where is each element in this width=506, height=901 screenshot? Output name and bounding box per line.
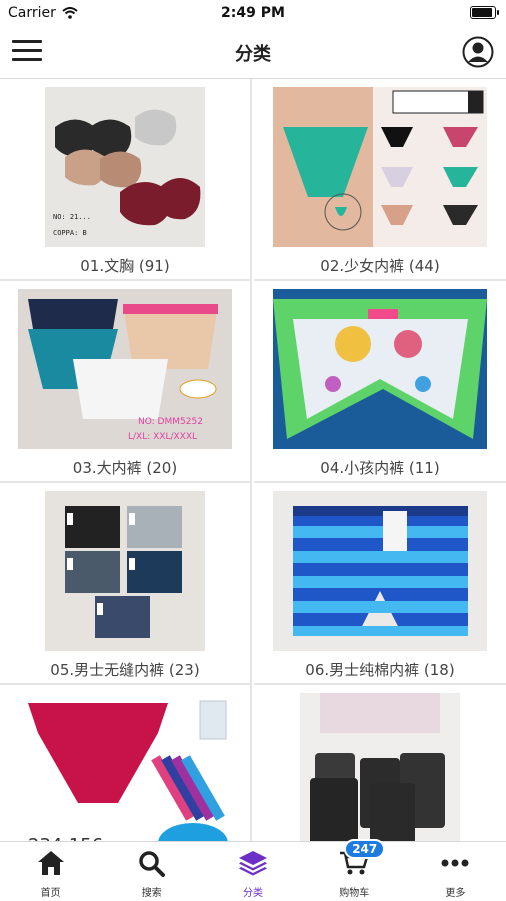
tab-more[interactable]: 更多 <box>405 842 506 901</box>
nav-bar: 分类 <box>0 26 506 79</box>
tab-bar: 首页 搜索 分类 247 购物车 更多 <box>0 839 506 901</box>
category-label: 02.少女内裤 (44) <box>320 257 440 275</box>
more-icon <box>441 859 469 867</box>
category-label: 04.小孩内裤 (11) <box>320 459 440 477</box>
category-label: 03.大内裤 (20) <box>72 459 178 477</box>
status-bar: Carrier 2:49 PM <box>0 0 506 26</box>
category-image-large-underwear: NO: DMM5252 L/XL: XXL/XXXL <box>18 289 232 449</box>
category-label: 05.男士无缝内裤 (23) <box>50 661 200 679</box>
layers-icon <box>239 851 267 876</box>
tab-label: 搜索 <box>141 888 162 899</box>
category-item-kids-underwear[interactable]: 04.小孩内裤 (11) <box>254 281 506 483</box>
tab-label: 更多 <box>445 888 466 899</box>
category-grid: NO: 21... COPPA: B 01.文胸 (91) 02.少女内裤 (4… <box>0 79 506 841</box>
category-image-7: 234-156 <box>18 693 232 841</box>
svg-text:NO: DMM5252: NO: DMM5252 <box>138 417 203 427</box>
category-label: 06.男士纯棉内裤 (18) <box>305 661 455 679</box>
tab-home[interactable]: 首页 <box>0 842 101 901</box>
category-item-men-seamless[interactable]: 05.男士无缝内裤 (23) <box>0 483 252 685</box>
svg-text:L/XL: XXL/XXXL: L/XL: XXL/XXXL <box>128 432 197 442</box>
category-item-7[interactable]: 234-156 <box>0 685 252 841</box>
svg-text:COPPA: B: COPPA: B <box>53 229 87 237</box>
battery-icon <box>470 6 499 19</box>
category-image-girls-underwear <box>273 87 487 247</box>
page-title: 分类 <box>235 44 271 65</box>
tab-cart[interactable]: 247 购物车 <box>304 839 405 901</box>
category-image-kids-underwear <box>273 289 487 449</box>
tab-label: 首页 <box>40 888 61 899</box>
svg-text:NO: 21...: NO: 21... <box>53 213 91 221</box>
status-time: 2:49 PM <box>221 5 285 21</box>
category-image-8 <box>300 693 460 841</box>
home-icon <box>37 851 64 875</box>
tab-label: 分类 <box>243 888 263 899</box>
category-image-men-cotton <box>273 491 487 651</box>
category-item-men-cotton[interactable]: 06.男士纯棉内裤 (18) <box>254 483 506 685</box>
category-label: 01.文胸 (91) <box>80 257 170 275</box>
tab-search[interactable]: 搜索 <box>101 842 202 901</box>
category-image-men-seamless <box>45 491 205 651</box>
search-icon <box>139 851 165 877</box>
tab-label: 购物车 <box>339 888 370 899</box>
category-item-large-underwear[interactable]: NO: DMM5252 L/XL: XXL/XXXL 03.大内裤 (20) <box>0 281 252 483</box>
cart-badge: 247 <box>344 839 386 859</box>
category-item-girls-underwear[interactable]: 02.少女内裤 (44) <box>254 79 506 281</box>
tab-category[interactable]: 分类 <box>202 842 303 901</box>
category-item-bras[interactable]: NO: 21... COPPA: B 01.文胸 (91) <box>0 79 252 281</box>
category-item-8[interactable] <box>254 685 506 841</box>
user-icon[interactable] <box>462 36 494 68</box>
category-image-bras: NO: 21... COPPA: B <box>45 87 205 247</box>
